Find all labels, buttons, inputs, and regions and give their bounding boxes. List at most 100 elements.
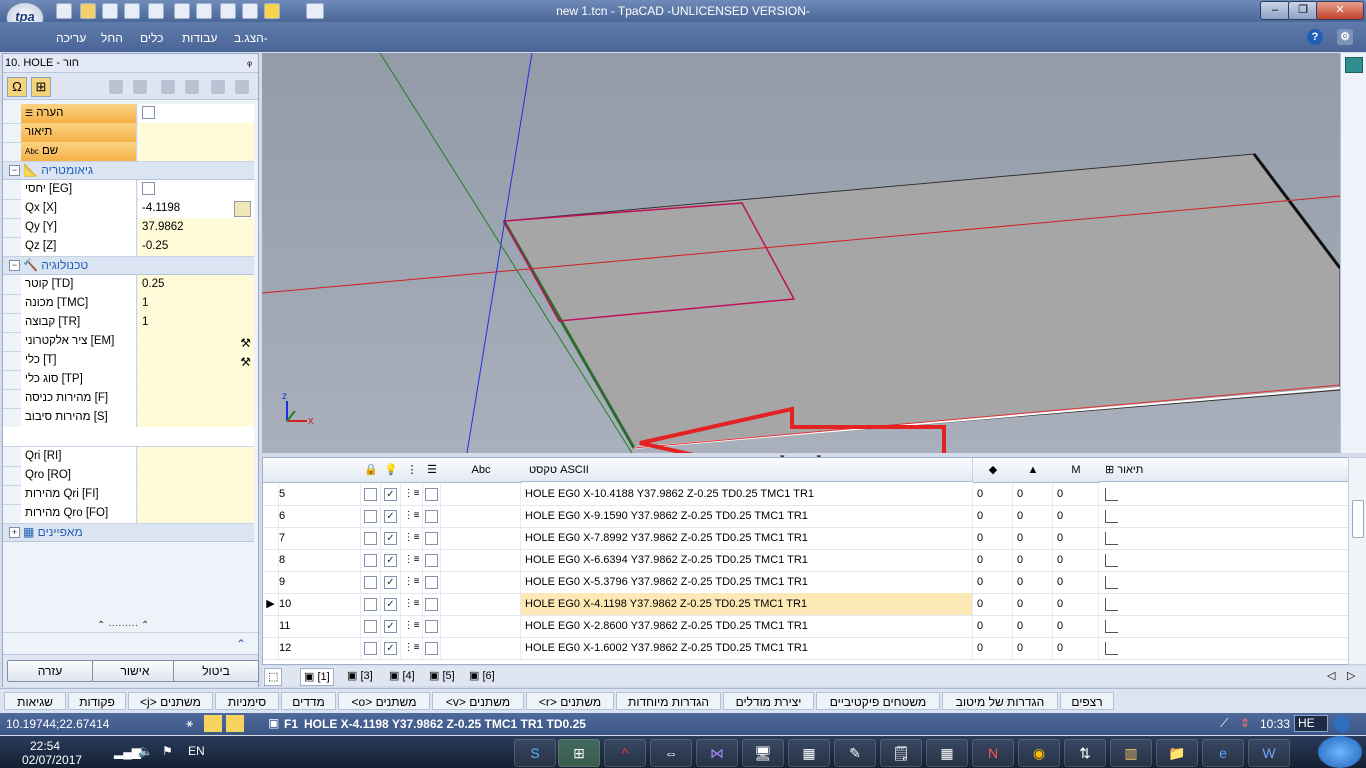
skype-icon[interactable]: S bbox=[514, 739, 556, 767]
row-ascii-text[interactable]: HOLE EG0 X-7.8992 Y37.9862 Z-0.25 TD0.25… bbox=[521, 527, 973, 549]
measure-icon[interactable]: ⟋ bbox=[1220, 716, 1228, 731]
note-checkbox[interactable] bbox=[142, 106, 155, 120]
layer-tab-all[interactable]: ⬚ bbox=[264, 668, 283, 686]
row-links-icon[interactable]: ⋮≡ bbox=[401, 549, 423, 571]
row-ascii-text[interactable]: HOLE EG0 X-1.6002 Y37.9862 Z-0.25 TD0.25… bbox=[521, 637, 973, 659]
row-links-icon[interactable]: ⋮≡ bbox=[401, 527, 423, 549]
layer-tab-5[interactable]: ▣ [5] bbox=[426, 668, 458, 684]
row-list-checkbox[interactable] bbox=[423, 505, 441, 527]
row-ascii-text[interactable]: HOLE EG0 X-4.1198 Y37.9862 Z-0.25 TD0.25… bbox=[521, 593, 973, 615]
collapse-icon[interactable]: − bbox=[9, 260, 20, 271]
prop-value-tmc[interactable]: 1 bbox=[138, 294, 254, 313]
row-edit-icon[interactable] bbox=[1099, 527, 1349, 549]
tab-o-variables[interactable]: <o> משתנים bbox=[338, 692, 430, 710]
row-list-checkbox[interactable] bbox=[423, 527, 441, 549]
prop-value-note[interactable] bbox=[138, 104, 254, 123]
omega-view-button[interactable]: Ω bbox=[7, 77, 27, 97]
row-lock-checkbox[interactable] bbox=[361, 549, 381, 571]
eg-checkbox[interactable] bbox=[142, 182, 155, 196]
help-icon[interactable]: ? bbox=[1307, 29, 1323, 45]
menu-apply[interactable]: החל bbox=[101, 31, 123, 45]
table-row[interactable]: 11 ⋮≡ HOLE EG0 X-2.8600 Y37.9862 Z-0.25 TD… bbox=[263, 615, 1349, 638]
table-row[interactable]: 7 ⋮≡ HOLE EG0 X-7.8992 Y37.9862 Z-0.25 TD0… bbox=[263, 527, 1349, 550]
ie-icon[interactable]: e bbox=[1202, 739, 1244, 767]
row-ascii-text[interactable]: HOLE EG0 X-9.1590 Y37.9862 Z-0.25 TD0.25… bbox=[521, 505, 973, 527]
row-list-checkbox[interactable] bbox=[423, 615, 441, 637]
prop-value-ro[interactable] bbox=[138, 466, 254, 485]
undo-prop-icon[interactable] bbox=[211, 80, 225, 94]
row-lock-checkbox[interactable] bbox=[361, 505, 381, 527]
paste-icon[interactable] bbox=[133, 80, 147, 94]
prop-value-t[interactable]: ⚒ bbox=[138, 351, 254, 370]
row-list-checkbox[interactable] bbox=[423, 637, 441, 659]
edit-value-icon[interactable] bbox=[234, 201, 251, 217]
app-icon-grid[interactable]: ▦ bbox=[788, 739, 830, 767]
layer-tab-3[interactable]: ▣ [3] bbox=[344, 668, 376, 684]
chrome-icon[interactable]: ◉ bbox=[1018, 739, 1060, 767]
tab-special-settings[interactable]: הגדרות מיוחדות bbox=[616, 692, 721, 710]
close-button[interactable]: ✕ bbox=[1316, 1, 1364, 20]
computer-icon[interactable]: 🖥 bbox=[742, 739, 784, 767]
row-list-checkbox[interactable] bbox=[423, 593, 441, 615]
row-edit-icon[interactable] bbox=[1099, 615, 1349, 637]
archive-icon[interactable]: ▥ bbox=[1110, 739, 1152, 767]
transfer-icon[interactable]: ⇅ bbox=[1064, 739, 1106, 767]
menu-jobs[interactable]: עבודות bbox=[182, 31, 217, 45]
row-lock-checkbox[interactable] bbox=[361, 527, 381, 549]
pin-icon[interactable]: ᵩ bbox=[247, 56, 252, 68]
row-links-icon[interactable]: ⋮≡ bbox=[401, 483, 423, 505]
row-visible-checkbox[interactable] bbox=[381, 505, 401, 527]
row-edit-icon[interactable] bbox=[1099, 505, 1349, 527]
row-visible-checkbox[interactable] bbox=[381, 615, 401, 637]
cad-app-icon[interactable]: ✎ bbox=[834, 739, 876, 767]
row-visible-checkbox[interactable] bbox=[381, 527, 401, 549]
scroll-right-icon[interactable]: ▷ bbox=[1344, 668, 1358, 684]
prop-value-qx[interactable]: -4.1198 bbox=[138, 199, 254, 218]
row-lock-checkbox[interactable] bbox=[361, 483, 381, 505]
view-cube-icon[interactable] bbox=[1345, 57, 1363, 73]
arrow-app-icon[interactable]: ^ bbox=[604, 739, 646, 767]
row-ascii-text[interactable]: HOLE EG0 X-5.3796 Y37.9862 Z-0.25 TD0.25… bbox=[521, 571, 973, 593]
row-list-checkbox[interactable] bbox=[423, 549, 441, 571]
tab-fictive-surfaces[interactable]: משטחים פיקטיביים bbox=[816, 692, 940, 710]
row-visible-checkbox[interactable] bbox=[381, 571, 401, 593]
minimize-button[interactable]: – bbox=[1260, 1, 1290, 20]
prop-value-description[interactable] bbox=[138, 123, 254, 142]
category-technology[interactable]: − 🔨 טכנולוגיה bbox=[3, 257, 254, 275]
prop-value-s[interactable] bbox=[138, 408, 254, 427]
table-row[interactable]: 6 ⋮≡ HOLE EG0 X-9.1590 Y37.9862 Z-0.25 TD0… bbox=[263, 505, 1349, 528]
tab-bookmarks[interactable]: סימניות bbox=[215, 692, 279, 710]
tray-language[interactable]: EN bbox=[188, 744, 205, 758]
ortho-icon[interactable] bbox=[226, 715, 244, 732]
grid-view-button[interactable]: ⊞ bbox=[31, 77, 51, 97]
category-properties[interactable]: + ▦ מאפיינים bbox=[3, 524, 254, 542]
row-visible-checkbox[interactable] bbox=[381, 593, 401, 615]
tab-v-variables[interactable]: <v> משתנים bbox=[432, 692, 524, 710]
teamviewer-icon[interactable]: ⇔ bbox=[650, 739, 692, 767]
tab-sequences[interactable]: רצפים bbox=[1060, 692, 1114, 710]
row-links-icon[interactable]: ⋮≡ bbox=[401, 593, 423, 615]
expand-description-icon[interactable]: ⌃ bbox=[236, 637, 246, 651]
row-edit-icon[interactable] bbox=[1099, 571, 1349, 593]
prop-value-td[interactable]: 0.25 bbox=[138, 275, 254, 294]
explorer-icon[interactable]: 📁 bbox=[1156, 739, 1198, 767]
row-lock-checkbox[interactable] bbox=[361, 593, 381, 615]
prop-value-tr[interactable]: 1 bbox=[138, 313, 254, 332]
program-grid[interactable]: 🔒 💡 ⋮ ☰ Abc טקסט ASCII ◆ ▲ M ⊞ תיאור 5 ⋮≡… bbox=[262, 457, 1350, 665]
prop-value-fi[interactable] bbox=[138, 485, 254, 504]
tab-r-variables[interactable]: <r> משתנים bbox=[526, 692, 614, 710]
collapse-icon[interactable]: − bbox=[9, 165, 20, 176]
grid-snap-icon[interactable] bbox=[204, 715, 222, 732]
row-links-icon[interactable]: ⋮≡ bbox=[401, 615, 423, 637]
row-lock-checkbox[interactable] bbox=[361, 571, 381, 593]
n-app-icon[interactable]: N bbox=[972, 739, 1014, 767]
signal-icon[interactable]: ▂▄▆ bbox=[114, 745, 141, 759]
row-links-icon[interactable]: ⋮≡ bbox=[401, 505, 423, 527]
snap-icon[interactable]: ⚹ bbox=[186, 716, 193, 731]
word-icon[interactable]: W bbox=[1248, 739, 1290, 767]
layer-tab-4[interactable]: ▣ [4] bbox=[386, 668, 418, 684]
row-visible-checkbox[interactable] bbox=[381, 483, 401, 505]
layer-tab-1[interactable]: ▣ [1] bbox=[300, 668, 334, 686]
settings-gear-icon[interactable]: ⚙ bbox=[1337, 29, 1353, 45]
splitter-handle[interactable]: ⌃ ········· ⌃ bbox=[97, 620, 149, 631]
